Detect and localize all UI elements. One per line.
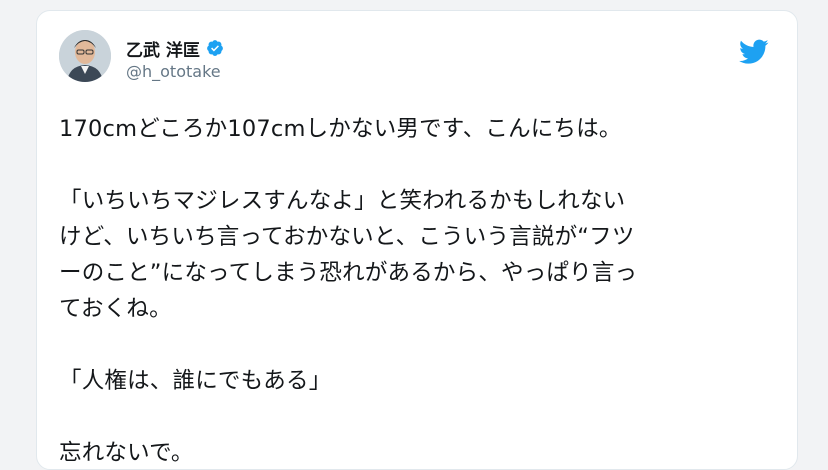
avatar-photo <box>59 30 111 82</box>
tweet-line: ーのこと”になってしまう恐れがあるから、やっぱり言っ <box>59 260 638 286</box>
tweet-line: 「いちいちマジレスすんなよ」と笑われるかもしれない <box>59 188 626 214</box>
name-row: 乙武 洋匡 <box>126 36 224 61</box>
tweet-line: 170cmどころか107cmしかない男です、こんにちは。 <box>59 116 622 142</box>
display-name[interactable]: 乙武 洋匡 <box>126 36 200 61</box>
tweet-body: 170cmどころか107cmしかない男です、こんにちは。 「いちいちマジレスすん… <box>59 111 774 469</box>
tweet-paragraph-1: 170cmどころか107cmしかない男です、こんにちは。 <box>59 111 774 147</box>
tweet-paragraph-4: 忘れないで。 <box>59 435 774 469</box>
tweet-line: 「人権は、誰にでもある」 <box>59 368 332 394</box>
verified-badge-icon <box>207 40 223 56</box>
tweet-card: 乙武 洋匡 @h_ototake 170cmどころか107cmしかない男です、こ… <box>36 10 798 470</box>
tweet-line: ておくね。 <box>59 296 172 322</box>
avatar[interactable] <box>59 30 111 82</box>
tweet-paragraph-2: 「いちいちマジレスすんなよ」と笑われるかもしれない けど、いちいち言っておかない… <box>59 183 774 327</box>
twitter-bird-icon[interactable] <box>739 39 769 65</box>
tweet-line: けど、いちいち言っておかないと、こういう言説が“フツ <box>59 224 635 250</box>
tweet-paragraph-3: 「人権は、誰にでもある」 <box>59 363 774 399</box>
author-block: 乙武 洋匡 @h_ototake <box>126 36 224 81</box>
user-handle[interactable]: @h_ototake <box>126 62 224 81</box>
